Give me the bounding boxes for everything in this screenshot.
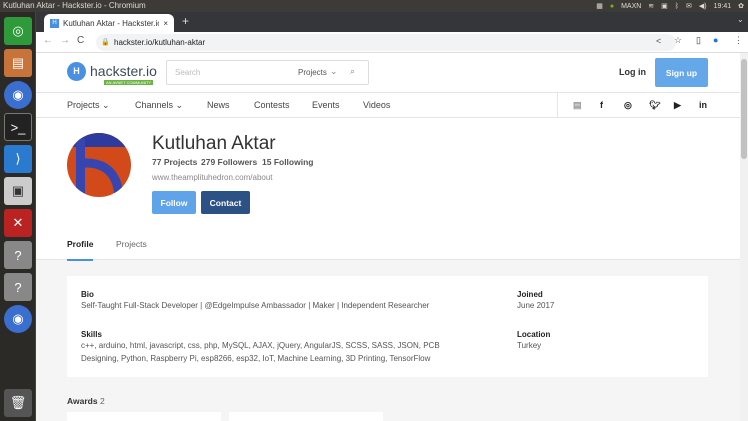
avatar xyxy=(67,133,131,197)
volume-icon[interactable]: ◀) xyxy=(699,2,707,10)
nav-news[interactable]: News xyxy=(207,93,230,118)
vscode-icon[interactable]: ⟩ xyxy=(4,145,32,173)
address-bar: ← → C 🔒 hackster.io/kutluhan-aktar < ☆ ▯ … xyxy=(36,32,748,53)
lock-icon: 🔒 xyxy=(101,39,110,46)
reload-icon[interactable]: C xyxy=(77,35,84,46)
main-nav: Projects ⌄ Channels ⌄ News Contests Even… xyxy=(36,93,740,118)
profile-header: Kutluhan Aktar 77 Projects 279 Followers… xyxy=(36,118,740,261)
chromium-icon[interactable]: ◉ xyxy=(4,305,32,333)
twitter-icon[interactable]: 🐦︎ xyxy=(649,93,660,118)
web-page: H hackster.io AN AVNET COMMUNITY Search … xyxy=(36,53,740,421)
tab-search-icon[interactable]: ⌄ xyxy=(737,15,744,24)
signup-button[interactable]: Sign up xyxy=(655,58,708,87)
chromium-icon[interactable]: ◉ xyxy=(4,81,32,109)
tab-profile[interactable]: Profile xyxy=(67,239,94,261)
new-tab-button[interactable]: + xyxy=(182,14,189,28)
menu-icon[interactable]: ⋮ xyxy=(734,35,743,46)
hackster-favicon: H xyxy=(50,18,59,28)
files-icon[interactable]: ▤ xyxy=(4,49,32,77)
site-header: H hackster.io AN AVNET COMMUNITY Search … xyxy=(36,53,740,93)
launcher: ◎ ▤ ◉ >_ ⟩ ▣ ✕ ? ? ◉ 🗑 xyxy=(0,12,36,421)
search-icon[interactable]: ⌕ xyxy=(350,66,355,77)
logo-tagline: AN AVNET COMMUNITY xyxy=(104,80,154,85)
close-tab-icon[interactable]: × xyxy=(163,19,168,28)
nav-events[interactable]: Events xyxy=(312,93,340,118)
follow-button[interactable]: Follow xyxy=(152,191,196,214)
bookmark-icon[interactable]: ☆ xyxy=(674,35,682,46)
grid-icon[interactable]: ▦ xyxy=(596,2,603,10)
url-input[interactable]: 🔒 hackster.io/kutluhan-aktar xyxy=(96,34,676,51)
joined-value: June 2017 xyxy=(517,301,555,310)
clock[interactable]: 19:41 xyxy=(714,3,732,10)
search-scope-select[interactable]: Projects xyxy=(298,68,327,77)
tab-title: Kutluhan Aktar - Hackster.io xyxy=(63,18,160,28)
url-text: hackster.io/kutluhan-aktar xyxy=(114,38,206,47)
tab-projects[interactable]: Projects xyxy=(116,239,147,249)
login-link[interactable]: Log in xyxy=(619,67,646,77)
window-title: Kutluhan Aktar - Hackster.io - Chromium xyxy=(3,1,146,10)
bio-label: Bio xyxy=(81,290,94,299)
search-box[interactable]: Search Projects ⌄ ⌕ xyxy=(166,60,369,85)
scrollbar[interactable] xyxy=(740,53,748,421)
app-icon[interactable]: ▣ xyxy=(4,177,32,205)
contact-button[interactable]: Contact xyxy=(201,191,250,214)
awards-count: 2 xyxy=(99,396,105,406)
award-card[interactable] xyxy=(229,412,383,421)
tools-icon[interactable]: ✕ xyxy=(4,209,32,237)
keyboard-icon[interactable]: ▣ xyxy=(661,2,668,10)
following-count[interactable]: 15 Following xyxy=(262,157,313,167)
trash-icon[interactable]: 🗑 xyxy=(4,389,32,417)
system-tray: ▦ ● MAXN ≋ ▣ ᛒ ✉ ◀) 19:41 ✿ xyxy=(596,0,744,12)
forward-icon[interactable]: → xyxy=(60,35,70,46)
awards-heading: Awards 2 xyxy=(67,396,105,406)
nav-videos[interactable]: Videos xyxy=(363,93,390,118)
award-card[interactable] xyxy=(67,412,221,421)
share-icon[interactable]: < xyxy=(656,36,661,46)
location-label: Location xyxy=(517,330,551,339)
hackster-logo-icon[interactable]: H xyxy=(67,62,86,81)
bluetooth-icon[interactable]: ᛒ xyxy=(675,3,679,10)
divider xyxy=(557,93,558,118)
power-mode[interactable]: MAXN xyxy=(621,3,641,10)
unknown-app-icon[interactable]: ? xyxy=(4,241,32,269)
settings-icon[interactable]: ✿ xyxy=(738,2,744,10)
nav-projects[interactable]: Projects ⌄ xyxy=(67,93,110,118)
nav-contests[interactable]: Contests xyxy=(254,93,290,118)
profile-icon[interactable]: ● xyxy=(713,35,718,45)
nav-channels[interactable]: Channels ⌄ xyxy=(135,93,183,118)
bio-text: Self-Taught Full-Stack Developer | @Edge… xyxy=(81,301,430,310)
scrollbar-thumb[interactable] xyxy=(741,59,747,159)
newsletter-icon[interactable]: ▤ xyxy=(573,93,582,118)
sidepanel-icon[interactable]: ▯ xyxy=(696,35,701,46)
skills-label: Skills xyxy=(81,330,102,339)
nvidia-icon[interactable]: ● xyxy=(610,3,614,10)
skills-text: c++, arduino, html, javascript, css, php… xyxy=(81,341,440,363)
chevron-down-icon: ⌄ xyxy=(330,66,338,76)
linkedin-icon[interactable]: in xyxy=(699,93,707,118)
website-link[interactable]: www.theamplituhedron.com/about xyxy=(152,173,273,182)
joined-label: Joined xyxy=(517,290,543,299)
logo-text[interactable]: hackster.io xyxy=(90,63,157,79)
instagram-icon[interactable]: ◎ xyxy=(624,93,632,118)
search-input[interactable]: Search xyxy=(175,68,200,77)
profile-name: Kutluhan Aktar xyxy=(152,133,276,154)
browser-tab[interactable]: H Kutluhan Aktar - Hackster.io × xyxy=(44,14,174,32)
youtube-icon[interactable]: ▶ xyxy=(674,93,681,118)
facebook-icon[interactable]: f xyxy=(600,93,603,118)
followers-count[interactable]: 279 Followers xyxy=(201,157,257,167)
mail-icon[interactable]: ✉ xyxy=(686,2,692,10)
location-value: Turkey xyxy=(517,341,542,350)
about-card: Bio Self-Taught Full-Stack Developer | @… xyxy=(67,276,708,377)
back-icon[interactable]: ← xyxy=(43,35,53,46)
terminal-icon[interactable]: >_ xyxy=(4,113,32,141)
unknown-app-icon[interactable]: ? xyxy=(4,273,32,301)
wifi-icon[interactable]: ≋ xyxy=(648,2,654,10)
projects-count[interactable]: 77 Projects xyxy=(152,157,197,167)
ubuntu-icon[interactable]: ◎ xyxy=(4,17,32,45)
